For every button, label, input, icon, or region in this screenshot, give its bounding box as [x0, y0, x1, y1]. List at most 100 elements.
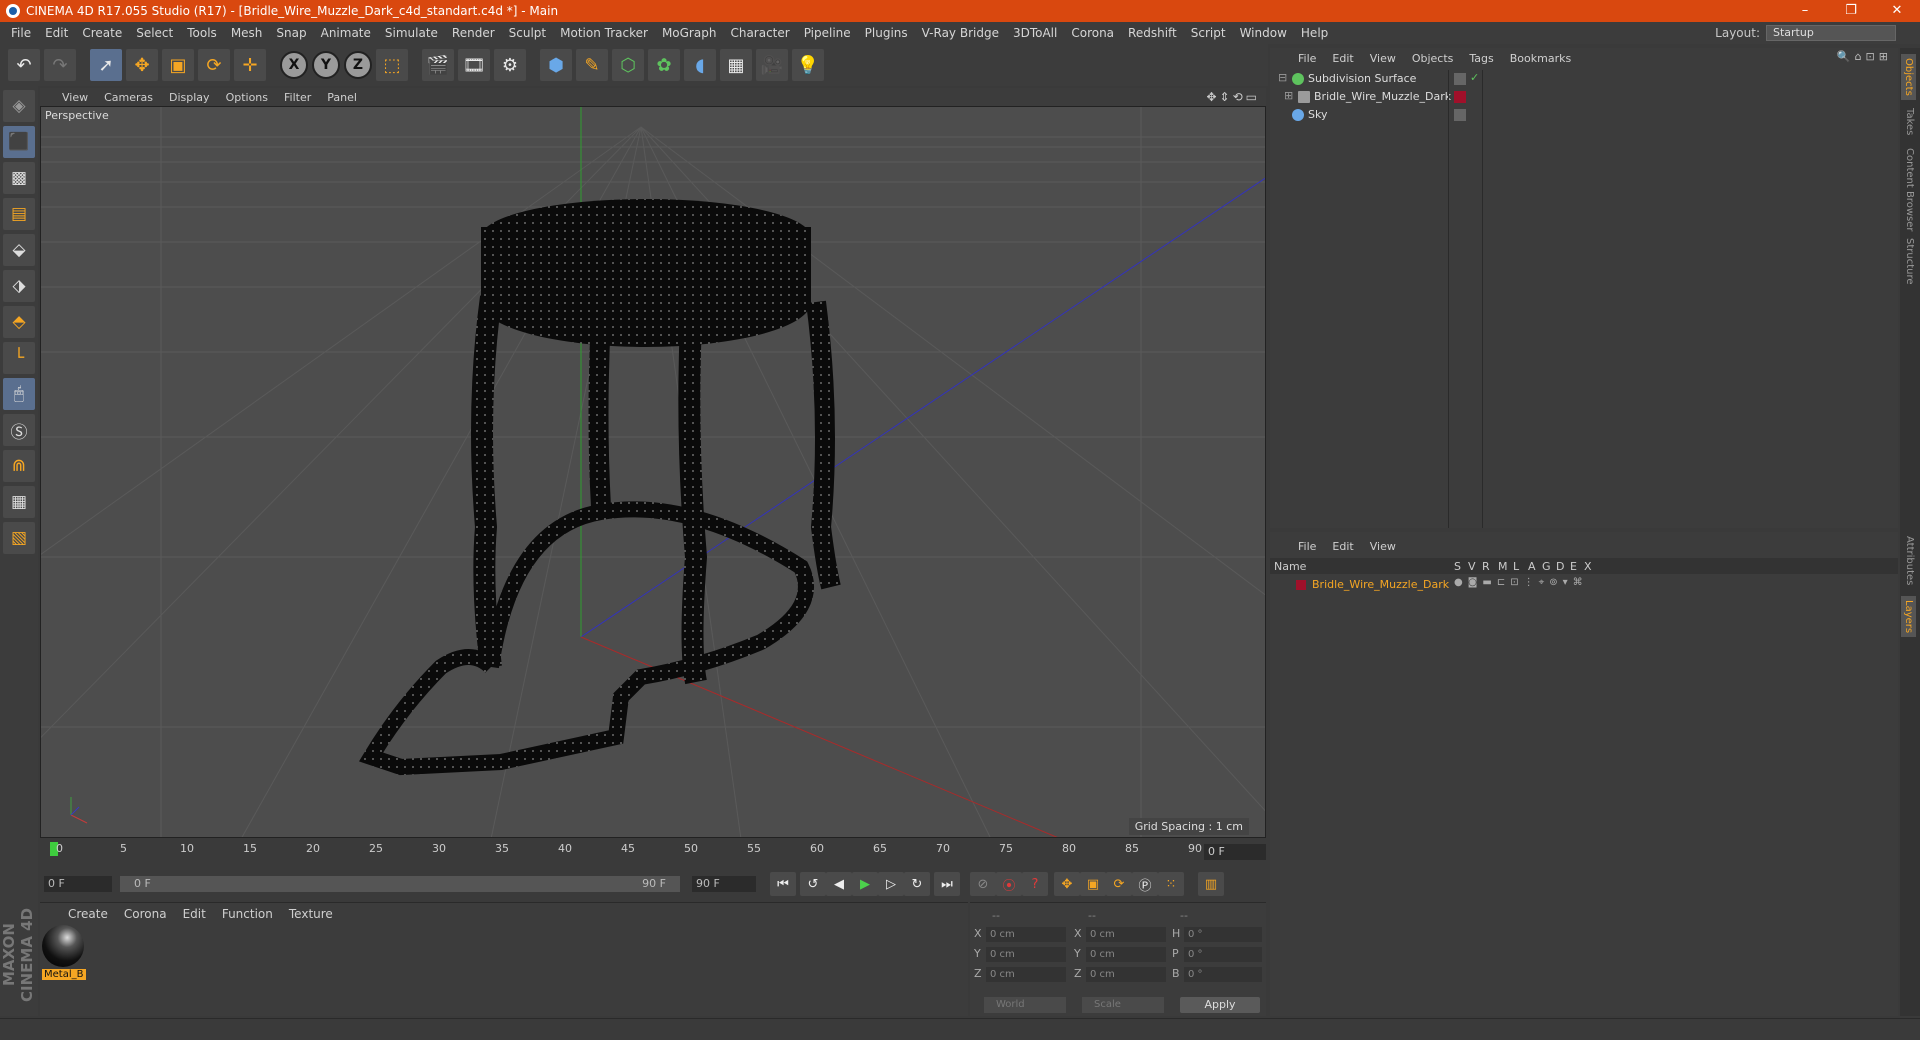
menu-script[interactable]: Script [1184, 26, 1233, 40]
visibility-toggle-icon[interactable] [1454, 109, 1466, 121]
viewport-nav-icons[interactable]: ✥⇕⟲▭ [1206, 90, 1260, 104]
menu-mograph[interactable]: MoGraph [655, 26, 724, 40]
menu-window[interactable]: Window [1233, 26, 1294, 40]
menu-file[interactable]: File [4, 26, 38, 40]
key-position-icon[interactable]: ✥ [1054, 872, 1080, 896]
viewport-menu-cameras[interactable]: Cameras [96, 91, 161, 104]
object-row-sky[interactable]: Sky [1270, 106, 1898, 124]
layers-menu-file[interactable]: File [1290, 540, 1324, 553]
material-menu-function[interactable]: Function [214, 907, 281, 921]
visibility-toggle-icon[interactable] [1454, 73, 1466, 85]
redo-icon[interactable]: ↷ [44, 49, 76, 81]
objects-menu-view[interactable]: View [1362, 52, 1404, 65]
position-x-field[interactable]: 0 cm [986, 927, 1066, 942]
locked-workplane-icon[interactable]: ▦ [3, 486, 35, 518]
maximize-button[interactable]: ❐ [1828, 0, 1874, 22]
rotate-icon[interactable]: ⟳ [198, 49, 230, 81]
move-icon[interactable]: ✥ [126, 49, 158, 81]
objects-menu-edit[interactable]: Edit [1324, 52, 1361, 65]
material-tag-icon[interactable] [1454, 91, 1466, 103]
menu-redshift[interactable]: Redshift [1121, 26, 1184, 40]
tab-content-browser[interactable]: Content Browser [1904, 148, 1915, 231]
key-pla-icon[interactable]: ⁙ [1158, 872, 1184, 896]
live-selection-icon[interactable]: ➚ [90, 49, 122, 81]
key-rotation-icon[interactable]: ⟳ [1106, 872, 1132, 896]
record-keys-disabled-icon[interactable]: ⊘ [970, 872, 996, 896]
floor-environment-icon[interactable]: ▦ [720, 49, 752, 81]
position-y-field[interactable]: 0 cm [986, 947, 1066, 962]
apply-button[interactable]: Apply [1180, 997, 1260, 1013]
size-x-field[interactable]: 0 cm [1086, 927, 1166, 942]
polygons-mode-icon[interactable]: ⬘ [3, 306, 35, 338]
tab-attributes[interactable]: Attributes [1904, 536, 1915, 585]
layers-menu-edit[interactable]: Edit [1324, 540, 1361, 553]
layout-dropdown[interactable]: Startup [1766, 25, 1896, 41]
snapping-icon[interactable]: Ⓢ [3, 414, 35, 446]
start-frame-field[interactable]: 0 F [44, 876, 112, 892]
menu-vray-bridge[interactable]: V-Ray Bridge [915, 26, 1006, 40]
scale-icon[interactable]: ▣ [162, 49, 194, 81]
edit-render-settings-icon[interactable]: ⚙ [494, 49, 526, 81]
autokeying-icon[interactable]: ? [1022, 872, 1048, 896]
material-swatch[interactable]: Metal_B [42, 925, 86, 980]
menu-snap[interactable]: Snap [269, 26, 313, 40]
viewport-menu-panel[interactable]: Panel [319, 91, 365, 104]
recent-tool-icon[interactable]: ✛ [234, 49, 266, 81]
viewport-menu-view[interactable]: View [54, 91, 96, 104]
texture-mode-icon[interactable]: ▩ [3, 162, 35, 194]
previous-key-icon[interactable]: ↺ [800, 872, 826, 896]
magnet-icon[interactable]: ⋒ [3, 450, 35, 482]
menu-character[interactable]: Character [723, 26, 796, 40]
mograph-cloner-icon[interactable]: ✿ [648, 49, 680, 81]
layers-menu-view[interactable]: View [1362, 540, 1404, 553]
menu-sculpt[interactable]: Sculpt [502, 26, 553, 40]
previous-frame-icon[interactable]: ◀ [826, 872, 852, 896]
current-frame-field[interactable]: 0 F [1204, 844, 1266, 860]
material-menu-corona[interactable]: Corona [116, 907, 175, 921]
size-z-field[interactable]: 0 cm [1086, 967, 1166, 982]
menu-3dtoall[interactable]: 3DToAll [1006, 26, 1064, 40]
render-picture-viewer-icon[interactable]: 🎞 [458, 49, 490, 81]
layer-flags-icons[interactable]: ●◙▬⊏⊡⋮⌖⊚▾⌘ [1454, 577, 1588, 588]
layer-row[interactable]: Bridle_Wire_Muzzle_Dark ●◙▬⊏⊡⋮⌖⊚▾⌘ [1270, 576, 1898, 594]
menu-edit[interactable]: Edit [38, 26, 75, 40]
go-to-start-icon[interactable]: ⏮ [770, 872, 796, 896]
light-icon[interactable]: 💡 [792, 49, 824, 81]
deformer-icon[interactable]: ◖ [684, 49, 716, 81]
planar-workplane-icon[interactable]: ▧ [3, 522, 35, 554]
menu-pipeline[interactable]: Pipeline [797, 26, 858, 40]
menu-corona[interactable]: Corona [1064, 26, 1121, 40]
rotation-b-field[interactable]: 0 ° [1184, 967, 1262, 982]
points-mode-icon[interactable]: ⬙ [3, 234, 35, 266]
viewport-menu-display[interactable]: Display [161, 91, 218, 104]
undo-icon[interactable]: ↶ [8, 49, 40, 81]
key-parameter-icon[interactable]: Ⓟ [1132, 872, 1158, 896]
minimize-button[interactable]: – [1782, 0, 1828, 22]
edges-mode-icon[interactable]: ⬗ [3, 270, 35, 302]
end-frame-field[interactable]: 90 F [692, 876, 756, 892]
object-row-subdivision-surface[interactable]: ⊟ Subdivision Surface ✓ [1270, 70, 1898, 88]
menu-render[interactable]: Render [445, 26, 502, 40]
go-to-end-icon[interactable]: ⏭ [934, 872, 960, 896]
objects-menu-file[interactable]: File [1290, 52, 1324, 65]
enable-axis-icon[interactable]: └ [3, 342, 35, 374]
tab-objects[interactable]: Objects [1901, 54, 1916, 100]
rotation-p-field[interactable]: 0 ° [1184, 947, 1262, 962]
pen-spline-icon[interactable]: ✎ [576, 49, 608, 81]
timeline-ruler[interactable]: 0 5 10 15 20 25 30 35 40 45 50 55 60 65 … [40, 840, 1266, 864]
menu-create[interactable]: Create [75, 26, 129, 40]
model-mode-icon[interactable]: ⬛ [3, 126, 35, 158]
objects-menu-objects[interactable]: Objects [1404, 52, 1462, 65]
frame-range-slider[interactable]: 0 F 90 F [120, 876, 680, 892]
render-view-icon[interactable]: 🎬 [422, 49, 454, 81]
object-row-bridle-wire-muzzle[interactable]: ⊞ Bridle_Wire_Muzzle_Dark [1270, 88, 1898, 106]
z-axis-lock-icon[interactable]: Z [344, 51, 372, 79]
object-manager-search-icon[interactable]: 🔍⌂⊡⊞ [1837, 50, 1892, 63]
size-mode-dropdown[interactable]: Scale [1082, 997, 1164, 1013]
material-menu-texture[interactable]: Texture [281, 907, 341, 921]
material-menu-create[interactable]: Create [60, 907, 116, 921]
record-active-icon[interactable]: ⦿ [996, 872, 1022, 896]
x-axis-lock-icon[interactable]: X [280, 51, 308, 79]
menu-tools[interactable]: Tools [180, 26, 224, 40]
next-key-icon[interactable]: ↻ [904, 872, 930, 896]
